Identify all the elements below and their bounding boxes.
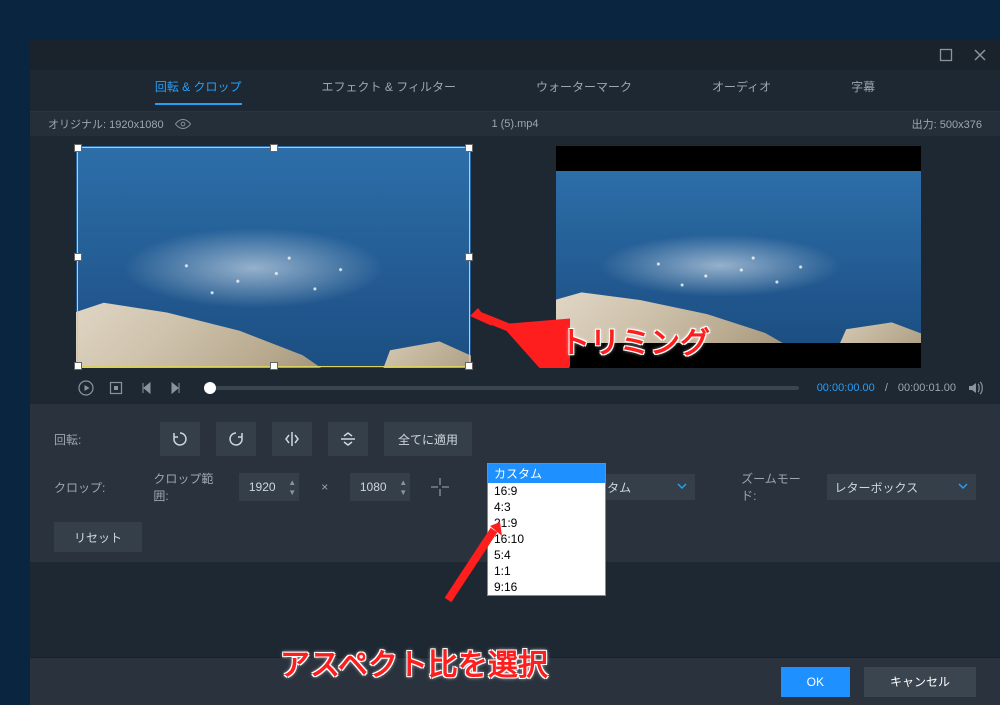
output-label: 出力: 500x376: [912, 116, 982, 132]
info-bar: オリジナル: 1920x1080 1 (5).mp4 出力: 500x376: [30, 112, 1000, 136]
center-icon: [429, 476, 451, 498]
width-down[interactable]: ▼: [285, 487, 299, 497]
chevron-down-icon: [958, 480, 968, 494]
rotate-left-icon: [171, 430, 189, 448]
close-button[interactable]: [970, 45, 990, 65]
crop-handle-bm[interactable]: [270, 362, 278, 370]
tab-effect-filter[interactable]: エフェクト & フィルター: [322, 78, 456, 105]
close-icon: [973, 48, 987, 62]
aspect-option-16-9[interactable]: 16:9: [488, 483, 605, 499]
crop-width-input[interactable]: ▲▼: [239, 473, 299, 501]
crop-handle-tr[interactable]: [465, 144, 473, 152]
aspect-option-custom[interactable]: カスタム: [488, 464, 605, 483]
crop-handle-tm[interactable]: [270, 144, 278, 152]
flip-vertical-button[interactable]: [328, 422, 368, 456]
zoom-mode-value: レターボックス: [835, 479, 919, 496]
tab-subtitle[interactable]: 字幕: [851, 78, 875, 105]
center-crop-button[interactable]: [426, 472, 454, 502]
crop-range-label: クロップ範囲:: [153, 470, 223, 504]
aspect-option-4-3[interactable]: 4:3: [488, 499, 605, 515]
tabs: 回転 & クロップ エフェクト & フィルター ウォーターマーク オーディオ 字…: [30, 70, 1000, 112]
crop-label: クロップ:: [54, 479, 137, 496]
cancel-button[interactable]: キャンセル: [864, 667, 976, 697]
width-up[interactable]: ▲: [285, 477, 299, 487]
crop-height-input[interactable]: ▲▼: [350, 473, 410, 501]
next-frame-button[interactable]: [166, 378, 186, 398]
tab-watermark[interactable]: ウォーターマーク: [536, 78, 632, 105]
prev-frame-button[interactable]: [136, 378, 156, 398]
crop-handle-tl[interactable]: [74, 144, 82, 152]
rotate-right-button[interactable]: [216, 422, 256, 456]
maximize-button[interactable]: [936, 45, 956, 65]
flip-horizontal-icon: [283, 430, 301, 448]
crop-handle-ml[interactable]: [74, 253, 82, 261]
tab-audio[interactable]: オーディオ: [712, 78, 771, 105]
annotation-arrow-aspect: [430, 520, 510, 610]
crop-height-field[interactable]: [350, 480, 396, 494]
stop-button[interactable]: [106, 378, 126, 398]
rotate-label: 回転:: [54, 431, 144, 448]
playback-bar: 00:00:00.00/00:00:01.00: [30, 372, 1000, 404]
titlebar: [30, 40, 1000, 70]
height-up[interactable]: ▲: [396, 477, 410, 487]
video-frame-original: [76, 146, 471, 368]
annotation-arrow-trimming: [470, 308, 570, 368]
rotate-row: 回転: 全てに適用: [54, 422, 976, 456]
zoom-mode-select[interactable]: レターボックス: [827, 474, 976, 500]
chevron-down-icon: [677, 480, 687, 494]
ok-button[interactable]: OK: [781, 667, 850, 697]
zoom-mode-label: ズームモード:: [741, 470, 810, 504]
crop-handle-mr[interactable]: [465, 253, 473, 261]
editor-window: 回転 & クロップ エフェクト & フィルター ウォーターマーク オーディオ 字…: [30, 40, 1000, 705]
tab-rotate-crop[interactable]: 回転 & クロップ: [155, 78, 242, 105]
play-button[interactable]: [76, 378, 96, 398]
maximize-icon: [939, 48, 953, 62]
height-down[interactable]: ▼: [396, 487, 410, 497]
crop-handle-bl[interactable]: [74, 362, 82, 370]
time-duration: 00:00:01.00: [898, 382, 956, 394]
apply-all-button[interactable]: 全てに適用: [384, 422, 472, 456]
seek-knob[interactable]: [204, 382, 216, 394]
preview-toggle[interactable]: [174, 118, 192, 130]
crop-width-field[interactable]: [239, 480, 285, 494]
time-current: 00:00:00.00: [817, 382, 875, 394]
preview-original[interactable]: [76, 146, 471, 368]
rotate-right-icon: [227, 430, 245, 448]
volume-button[interactable]: [966, 379, 984, 397]
reset-button[interactable]: リセット: [54, 522, 142, 552]
annotation-trimming-text: トリミング: [560, 318, 710, 362]
rotate-left-button[interactable]: [160, 422, 200, 456]
multiply-icon: ×: [315, 480, 334, 494]
annotation-aspect-text: アスペクト比を選択: [280, 640, 548, 684]
flip-vertical-icon: [339, 430, 357, 448]
flip-horizontal-button[interactable]: [272, 422, 312, 456]
original-label: オリジナル: 1920x1080: [48, 116, 164, 132]
seek-slider[interactable]: [204, 386, 799, 390]
